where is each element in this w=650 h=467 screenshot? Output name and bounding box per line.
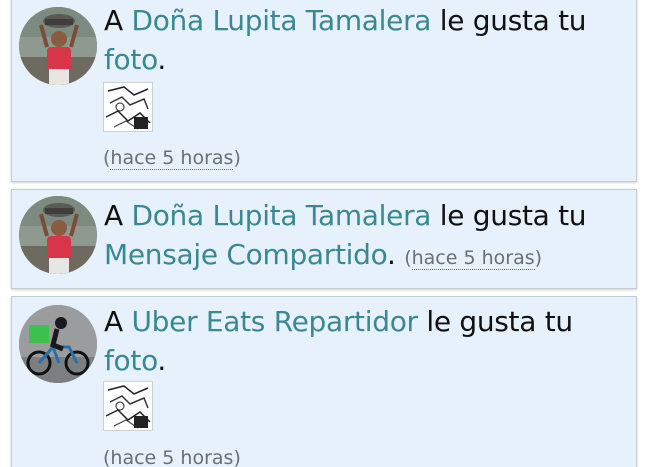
cyclist-delivery-icon <box>19 305 97 383</box>
user-avatar[interactable] <box>19 196 97 274</box>
woman-carrying-basket-icon <box>19 196 97 274</box>
notification-feed: A Doña Lupita Tamalera le gusta tu foto. … <box>0 0 650 467</box>
notification-text: A Uber Eats Repartidor le gusta tu foto. <box>104 302 628 380</box>
timestamp-open: ( <box>404 247 412 269</box>
object-link[interactable]: foto <box>104 43 158 76</box>
user-name-link[interactable]: Doña Lupita Tamalera <box>131 4 431 37</box>
object-link[interactable]: foto <box>104 344 158 377</box>
notification-text: A Doña Lupita Tamalera le gusta tu foto. <box>104 1 628 79</box>
timestamp-value[interactable]: hace 5 horas <box>110 147 234 170</box>
notification-verb: le gusta tu <box>439 199 587 232</box>
notification-suffix: . <box>157 344 167 377</box>
timestamp-value[interactable]: hace 5 horas <box>411 247 535 270</box>
timestamp-value[interactable]: hace 5 horas <box>110 447 234 467</box>
timestamp-close: ) <box>534 247 543 269</box>
notification-prefix: A <box>104 305 123 338</box>
notification-verb: le gusta tu <box>439 4 587 37</box>
manga-thumbnail-icon <box>104 382 152 430</box>
notification-verb: le gusta tu <box>426 305 573 338</box>
notification-prefix: A <box>104 4 123 37</box>
timestamp: (hace 5 horas) <box>103 147 241 170</box>
user-avatar[interactable] <box>19 305 97 383</box>
timestamp: (hace 5 horas) <box>404 247 542 270</box>
user-name-link[interactable]: Doña Lupita Tamalera <box>131 199 431 232</box>
user-avatar[interactable] <box>19 7 97 85</box>
object-link[interactable]: Mensaje Compartido <box>104 238 387 271</box>
timestamp-close: ) <box>233 147 241 169</box>
notification-text: A Doña Lupita Tamalera le gusta tu Mensaj… <box>104 196 628 278</box>
user-name-link[interactable]: Uber Eats Repartidor <box>131 305 418 338</box>
photo-thumbnail[interactable] <box>103 381 153 431</box>
notification-card[interactable]: A Doña Lupita Tamalera le gusta tu Mensaj… <box>11 189 637 289</box>
notification-suffix: . <box>386 238 396 271</box>
manga-thumbnail-icon <box>104 83 152 131</box>
notification-prefix: A <box>104 199 123 232</box>
notification-card[interactable]: A Uber Eats Repartidor le gusta tu foto. … <box>11 296 637 467</box>
timestamp-close: ) <box>233 447 241 467</box>
timestamp: (hace 5 horas) <box>103 447 241 467</box>
notification-suffix: . <box>157 43 167 76</box>
woman-carrying-basket-icon <box>19 7 97 85</box>
photo-thumbnail[interactable] <box>103 82 153 132</box>
notification-card[interactable]: A Doña Lupita Tamalera le gusta tu foto. … <box>11 0 637 182</box>
